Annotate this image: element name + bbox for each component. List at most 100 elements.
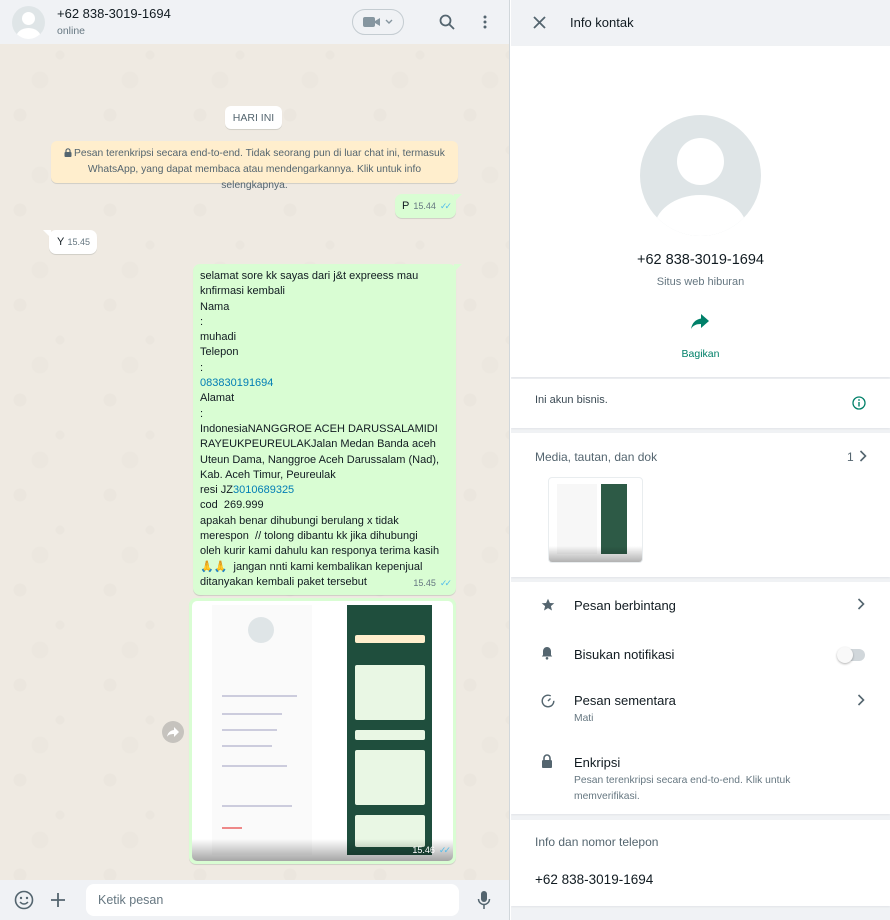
- business-note: Ini akun bisnis.: [535, 394, 608, 406]
- lock-icon: [542, 754, 552, 768]
- screenshot-line: [222, 729, 277, 731]
- screenshot-bubble: [355, 665, 425, 720]
- message-line: Alamat: [200, 392, 235, 405]
- message-line: 🙏🙏 jangan nnti kami kembalikan kepenjual: [200, 560, 423, 573]
- message-line: :: [200, 407, 204, 420]
- screenshot-line: [222, 695, 297, 697]
- message-timestamp: 15.45: [413, 577, 436, 588]
- contact-name: +62 838-3019-1694: [57, 6, 171, 21]
- resi-prefix: resi JZ: [200, 484, 233, 497]
- screenshot-bubble: [355, 730, 425, 740]
- mic-button[interactable]: [472, 888, 496, 912]
- message-text: Y: [57, 236, 65, 248]
- message-line: Uteun Dama, Nanggroe Aceh Darussalam (Na…: [200, 453, 440, 466]
- media-thumbnail[interactable]: [548, 477, 643, 563]
- about-section: Info dan nomor telepon +62 838-3019-1694: [511, 820, 890, 906]
- menu-icon: [483, 15, 487, 29]
- screenshot-avatar: [248, 617, 274, 643]
- chat-header[interactable]: +62 838-3019-1694 online: [0, 0, 509, 44]
- media-chevron[interactable]: [859, 450, 867, 465]
- screenshot-line: [222, 713, 282, 715]
- message-line: apakah benar dihubungi berulang x tidak: [200, 514, 399, 527]
- message-line: Kab. Aceh Timur, Peureulak: [200, 468, 336, 481]
- encryption-desc-line: Pesan terenkripsi secara end-to-end. Kli…: [574, 775, 791, 786]
- about-phone[interactable]: +62 838-3019-1694: [535, 872, 653, 887]
- chat-title[interactable]: +62 838-3019-1694 online: [57, 6, 352, 38]
- star-icon: [541, 598, 555, 611]
- phone-link[interactable]: 083830191694: [200, 376, 449, 391]
- message-input[interactable]: Ketik pesan: [86, 884, 459, 916]
- menu-button[interactable]: [474, 11, 496, 33]
- timer-icon: [541, 694, 555, 708]
- screenshot-bubble: [355, 750, 425, 805]
- starred-label: Pesan berbintang: [574, 598, 676, 613]
- starred-messages-row[interactable]: Pesan berbintang: [511, 582, 890, 630]
- message-outgoing[interactable]: P 15.44 ✓✓: [395, 194, 462, 218]
- settings-section: Pesan berbintang Bisukan notifikasi Pesa…: [511, 582, 890, 814]
- profile-section: +62 838-3019-1694 Situs web hiburan Bagi…: [511, 46, 890, 377]
- emoji-button[interactable]: [12, 888, 36, 912]
- bubble-tail: [454, 264, 462, 272]
- message-line: RAYEUKPEUREULAKJalan Medan Banda aceh: [200, 438, 436, 451]
- chevron-right-icon: [857, 598, 865, 610]
- forward-icon: [167, 727, 179, 737]
- media-thumbnail-left: [557, 484, 597, 554]
- media-section[interactable]: Media, tautan, dan dok 1: [511, 433, 890, 577]
- message-timestamp: 15.45: [67, 236, 90, 247]
- message-line: cod 269.999: [200, 499, 264, 512]
- encryption-label: Enkripsi: [574, 755, 621, 770]
- message-line: Nama: [200, 300, 230, 313]
- image-thumbnail[interactable]: [192, 601, 453, 861]
- message-outgoing-long[interactable]: selamat sore kk sayas dari j&t expreess …: [193, 264, 462, 595]
- resi-link[interactable]: 3010689325: [233, 484, 294, 496]
- info-icon: [852, 396, 866, 410]
- search-button[interactable]: [436, 11, 458, 33]
- message-line: oleh kurir kami dahulu kan responya teri…: [200, 545, 440, 558]
- composer: Ketik pesan: [0, 880, 509, 920]
- chat-pane: +62 838-3019-1694 online HARI INI Pesan …: [0, 0, 510, 920]
- share-icon: [691, 314, 709, 329]
- share-label[interactable]: Bagikan: [511, 348, 890, 360]
- close-icon: [533, 15, 546, 29]
- bubble-tail: [43, 230, 51, 238]
- message-time: 15.46 ✓✓: [412, 843, 451, 858]
- profile-avatar[interactable]: [640, 115, 761, 236]
- message-line: knfirmasi kembali: [200, 285, 285, 298]
- bell-icon: [541, 647, 553, 660]
- encryption-notice[interactable]: Pesan terenkripsi secara end-to-end. Tid…: [51, 141, 458, 191]
- attach-button[interactable]: [46, 888, 70, 912]
- encryption-desc-line: memverifikasi.: [574, 791, 640, 802]
- info-title: Info kontak: [570, 14, 634, 30]
- contact-avatar[interactable]: [12, 5, 45, 39]
- profile-phone: +62 838-3019-1694: [637, 252, 764, 268]
- video-call-button[interactable]: [352, 9, 404, 35]
- forward-button[interactable]: [162, 721, 184, 743]
- disappearing-messages-row[interactable]: Pesan sementara Mati: [511, 678, 890, 738]
- date-chip: HARI INI: [225, 106, 282, 129]
- business-info-button[interactable]: [852, 396, 866, 413]
- contact-info-pane: Info kontak +62 838-3019-1694 Situs web …: [511, 0, 890, 920]
- message-image[interactable]: 15.46 ✓✓: [189, 598, 456, 864]
- message-time: 15.45: [67, 235, 90, 250]
- message-line: selamat sore kk sayas dari j&t expreess …: [200, 270, 419, 282]
- media-thumbnail-shade: [549, 546, 642, 562]
- contact-status: online: [57, 25, 86, 37]
- message-line: Telepon: [200, 346, 239, 359]
- plus-icon: [51, 893, 65, 907]
- message-incoming[interactable]: Y 15.45: [43, 230, 97, 254]
- profile-subtitle: Situs web hiburan: [656, 276, 745, 288]
- disappearing-label: Pesan sementara: [574, 693, 676, 708]
- close-button[interactable]: [533, 15, 546, 29]
- encryption-row[interactable]: Enkripsi Pesan terenkripsi secara end-to…: [511, 742, 890, 812]
- mute-toggle[interactable]: [837, 647, 865, 663]
- media-label: Media, tautan, dan dok: [535, 450, 658, 464]
- message-line: muhadi: [200, 331, 237, 344]
- chevron-right-icon: [859, 450, 867, 462]
- mute-notifications-row[interactable]: Bisukan notifikasi: [511, 630, 890, 678]
- bubble-tail: [454, 194, 462, 202]
- share-button[interactable]: [690, 314, 710, 333]
- read-ticks-icon: ✓✓: [438, 844, 451, 855]
- message-text: P: [402, 200, 410, 212]
- media-thumbnail-right: [601, 484, 627, 554]
- message-time: 15.45 ✓✓: [413, 576, 452, 591]
